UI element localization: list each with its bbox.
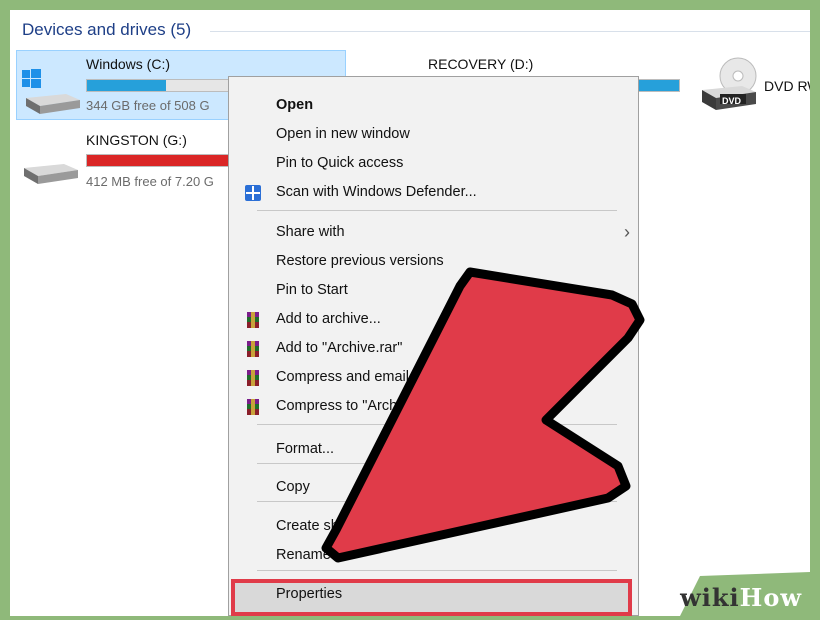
explorer-window: Devices and drives (5) Windows (C:) 344 …: [10, 10, 810, 616]
wikihow-logo-text: wikiHow: [680, 583, 802, 612]
red-pointer-arrow: [321, 267, 645, 563]
wikihow-watermark: wikiHow: [660, 572, 810, 616]
